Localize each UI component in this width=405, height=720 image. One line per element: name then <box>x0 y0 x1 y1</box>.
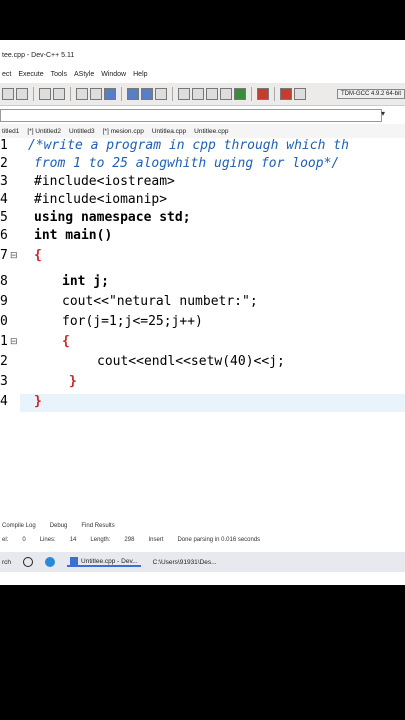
check-icon[interactable] <box>234 88 246 100</box>
class-select[interactable] <box>0 109 382 122</box>
chart-icon[interactable] <box>280 88 292 100</box>
compiler-select[interactable]: TDM-GCC 4.9.2 64-bit <box>336 89 405 99</box>
status-length-label: Length: <box>90 537 111 543</box>
code-line: } <box>69 374 77 389</box>
tab-untitlee[interactable]: Untitlee.cpp <box>194 128 228 135</box>
devcpp-icon <box>70 557 79 565</box>
tab-find-results[interactable]: Find Results <box>81 523 114 529</box>
line-number: 9 <box>0 294 8 309</box>
tab-untitled1[interactable]: titled1 <box>2 128 19 135</box>
toolbar-divider <box>33 87 34 101</box>
toolbar-divider <box>121 87 122 101</box>
menu-tools[interactable]: Tools <box>51 71 67 78</box>
code-line: using namespace std; <box>34 210 191 225</box>
status-col-label: el: <box>2 537 9 543</box>
code-line: #include<iomanip> <box>34 192 168 207</box>
taskbar-devcpp-app[interactable]: Untitlee.cpp - Dev... <box>67 557 141 567</box>
chevron-down-icon[interactable]: ▾ <box>381 109 385 118</box>
line-number: 5 <box>0 210 8 225</box>
menu-astyle[interactable]: AStyle <box>74 71 94 78</box>
print-icon[interactable] <box>2 88 14 100</box>
print-setup-icon[interactable] <box>16 88 28 100</box>
back-arrow-icon[interactable] <box>127 88 139 100</box>
bottom-panel-tabs: Compile Log Debug Find Results <box>0 520 405 532</box>
toolbar: TDM-GCC 4.9.2 64-bit <box>0 83 405 106</box>
menu-bar: ect Execute Tools AStyle Window Help <box>0 67 405 81</box>
code-line: { <box>62 334 70 349</box>
tab-debug[interactable]: Debug <box>50 523 68 529</box>
tab-mesion[interactable]: [*] mesion.cpp <box>103 128 144 135</box>
find-icon[interactable] <box>39 88 51 100</box>
class-select-bar: ▾ <box>0 108 405 122</box>
goto-icon[interactable] <box>155 88 167 100</box>
task-view-icon[interactable] <box>23 557 34 567</box>
line-number: 3 <box>0 174 8 189</box>
unindent-icon[interactable] <box>90 88 102 100</box>
line-number: 4 <box>0 192 8 207</box>
line-number: 6 <box>0 228 8 243</box>
edge-browser-icon[interactable] <box>45 557 56 567</box>
line-number: 2 <box>0 156 8 171</box>
code-editor[interactable]: 1 2 3 4 5 6 7 ⊟ 8 9 0 1 ⊟ 2 3 4 /*write … <box>0 138 405 518</box>
tab-untitlea[interactable]: Untitlea.cpp <box>152 128 186 135</box>
tab-untitled2[interactable]: [*] Untitled2 <box>27 128 61 135</box>
file-tabs: titled1 [*] Untitled2 Untitled3 [*] mesi… <box>0 124 405 139</box>
bookmark-icon[interactable] <box>104 88 116 100</box>
code-line: } <box>34 394 42 409</box>
indent-icon[interactable] <box>76 88 88 100</box>
code-line: #include<iostream> <box>34 174 175 189</box>
tab-untitled3[interactable]: Untitled3 <box>69 128 95 135</box>
status-parse: Done parsing in 0.016 seconds <box>177 537 261 543</box>
status-mode: Insert <box>148 537 164 543</box>
current-line-highlight <box>20 394 405 412</box>
code-line: /*write a program in cpp through which t… <box>28 138 349 153</box>
menu-window[interactable]: Window <box>101 71 126 78</box>
rebuild-icon[interactable] <box>220 88 232 100</box>
fold-minus-icon[interactable]: ⊟ <box>10 336 18 347</box>
tab-compile-log[interactable]: Compile Log <box>2 523 36 529</box>
taskbar-path[interactable]: C:\Users\91931\Des... <box>153 559 217 566</box>
line-number: 3 <box>0 374 8 389</box>
status-col-value: 0 <box>22 537 26 543</box>
taskbar-search[interactable]: rch <box>2 559 11 566</box>
status-lines-label: Lines: <box>39 537 56 543</box>
line-number: 1 <box>0 138 8 153</box>
line-number: 0 <box>0 314 8 329</box>
menu-help[interactable]: Help <box>133 71 147 78</box>
status-bar: el: 0 Lines: 14 Length: 298 Insert Done … <box>0 534 405 546</box>
code-line: { <box>34 248 42 263</box>
toolbar-divider <box>274 87 275 101</box>
toolbar-divider <box>70 87 71 101</box>
toolbar-divider <box>251 87 252 101</box>
code-line: int main() <box>34 228 113 243</box>
code-line: from 1 to 25 alogwhith uging for loop*/ <box>34 156 340 171</box>
status-length-value: 298 <box>124 537 135 543</box>
code-line: int j; <box>62 274 109 289</box>
code-line: cout<<endl<<setw(40)<<j; <box>97 354 285 369</box>
taskbar: rch Untitlee.cpp - Dev... C:\Users\91931… <box>0 552 405 572</box>
taskbar-app-label: Untitlee.cpp - Dev... <box>81 557 138 565</box>
code-line: for(j=1;j<=25;j++) <box>62 314 203 329</box>
line-number: 4 <box>0 394 8 409</box>
status-lines-value: 14 <box>69 537 77 543</box>
line-number: 2 <box>0 354 8 369</box>
fold-minus-icon[interactable]: ⊟ <box>10 250 18 261</box>
window-title: tee.cpp - Dev-C++ 5.11 <box>2 52 75 59</box>
menu-execute[interactable]: Execute <box>18 71 43 78</box>
replace-icon[interactable] <box>53 88 65 100</box>
line-number: 8 <box>0 274 8 289</box>
stop-icon[interactable] <box>257 88 269 100</box>
toolbar-divider <box>172 87 173 101</box>
run-icon[interactable] <box>192 88 204 100</box>
compile-icon[interactable] <box>178 88 190 100</box>
debug-icon[interactable] <box>294 88 306 100</box>
forward-arrow-icon[interactable] <box>141 88 153 100</box>
compile-run-icon[interactable] <box>206 88 218 100</box>
screen: tee.cpp - Dev-C++ 5.11 ect Execute Tools… <box>0 40 405 585</box>
menu-project[interactable]: ect <box>2 71 11 78</box>
code-line: cout<<"netural numbetr:"; <box>62 294 258 309</box>
